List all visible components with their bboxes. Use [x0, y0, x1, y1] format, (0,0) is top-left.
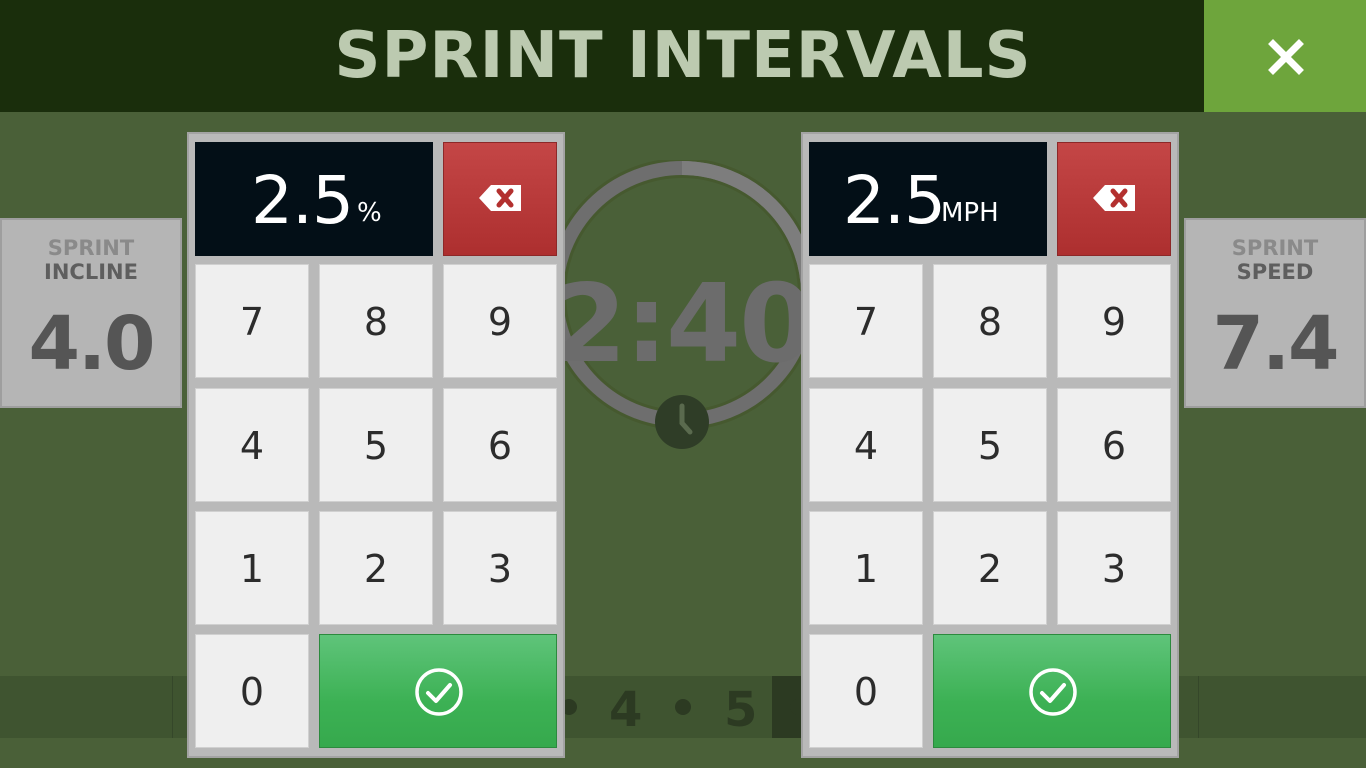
card-label: SPRINT: [47, 236, 135, 260]
speed-backspace-button[interactable]: [1057, 142, 1171, 256]
key-1[interactable]: 1: [195, 511, 309, 625]
key-0[interactable]: 0: [809, 634, 923, 748]
incline-backspace-button[interactable]: [443, 142, 557, 256]
speed-display: 2.5 MPH: [809, 142, 1047, 256]
incline-keypad: 2.5 % 7 8 9 4 5 6 1 2 3 0: [187, 132, 565, 758]
close-icon: [1268, 39, 1304, 75]
backspace-icon: [479, 185, 521, 211]
backspace-icon: [1093, 185, 1135, 211]
key-6[interactable]: 6: [443, 388, 557, 502]
timer-display: 2:40: [551, 262, 815, 387]
key-2[interactable]: 2: [933, 511, 1047, 625]
key-8[interactable]: 8: [933, 264, 1047, 378]
header-bar: SPRINT INTERVALS: [0, 0, 1366, 112]
key-1[interactable]: 1: [809, 511, 923, 625]
key-7[interactable]: 7: [809, 264, 923, 378]
interval-number[interactable]: 4: [609, 682, 642, 738]
speed-display-unit: MPH: [941, 198, 999, 228]
strip-divider: [172, 676, 173, 738]
key-8[interactable]: 8: [319, 264, 433, 378]
incline-display-value: 2.5: [251, 162, 354, 239]
incline-display-unit: %: [357, 198, 382, 228]
card-label: SPEED: [1236, 260, 1314, 284]
incline-confirm-button[interactable]: [319, 634, 557, 748]
key-4[interactable]: 4: [809, 388, 923, 502]
interval-number[interactable]: 5: [724, 682, 757, 738]
page-title: SPRINT INTERVALS: [334, 19, 1032, 93]
key-7[interactable]: 7: [195, 264, 309, 378]
key-3[interactable]: 3: [1057, 511, 1171, 625]
check-circle-icon: [415, 668, 463, 716]
key-2[interactable]: 2: [319, 511, 433, 625]
sprint-incline-value: 4.0: [28, 301, 155, 387]
key-4[interactable]: 4: [195, 388, 309, 502]
close-button[interactable]: [1204, 0, 1366, 112]
speed-display-value: 2.5: [843, 162, 946, 239]
clock-icon: [655, 395, 709, 449]
sprint-speed-value: 7.4: [1212, 301, 1339, 387]
speed-keypad: 2.5 MPH 7 8 9 4 5 6 1 2 3 0: [801, 132, 1179, 758]
key-5[interactable]: 5: [933, 388, 1047, 502]
sprint-speed-card[interactable]: SPRINT SPEED 7.4: [1184, 218, 1366, 408]
card-label: INCLINE: [44, 260, 138, 284]
key-3[interactable]: 3: [443, 511, 557, 625]
key-5[interactable]: 5: [319, 388, 433, 502]
key-9[interactable]: 9: [443, 264, 557, 378]
card-label: SPRINT: [1231, 236, 1319, 260]
key-0[interactable]: 0: [195, 634, 309, 748]
key-6[interactable]: 6: [1057, 388, 1171, 502]
speed-confirm-button[interactable]: [933, 634, 1171, 748]
incline-display: 2.5 %: [195, 142, 433, 256]
interval-dot: [675, 699, 691, 715]
key-9[interactable]: 9: [1057, 264, 1171, 378]
check-circle-icon: [1029, 668, 1077, 716]
sprint-incline-card[interactable]: SPRINT INCLINE 4.0: [0, 218, 182, 408]
strip-divider: [1198, 676, 1199, 738]
